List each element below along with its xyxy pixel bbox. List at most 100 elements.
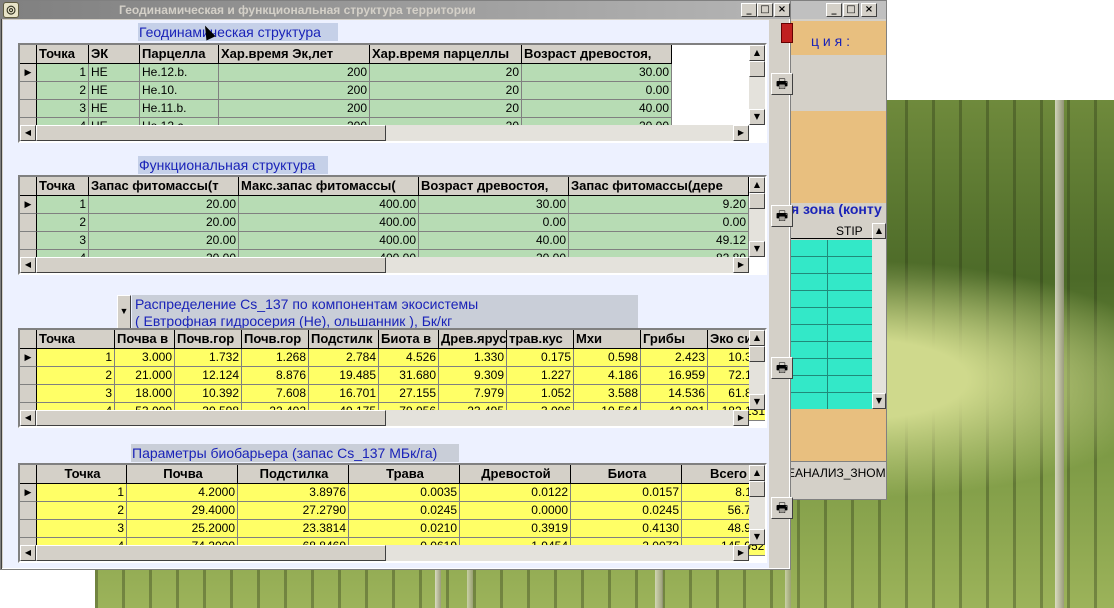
table-cell[interactable]: 1.330 [439,349,507,367]
main-window[interactable]: ◎ Геодинамическая и функциональная струк… [0,0,793,570]
main-window-titlebar[interactable]: ◎ Геодинамическая и функциональная струк… [1,1,790,19]
table-cell[interactable]: 27.2790 [238,502,349,520]
maximize-button[interactable]: □ [843,3,859,17]
back-window[interactable]: _ □ × ц и я : я зона (конту STIP ▲ ▼ ЕАН… [787,0,887,500]
table-cell[interactable]: 30.00 [419,196,569,214]
scroll-up-arrow-icon[interactable]: ▲ [872,223,886,239]
table-cell[interactable]: 0.0035 [349,484,460,502]
horizontal-scrollbar[interactable]: ◀ ▶ [20,410,749,426]
row-selector[interactable] [20,367,37,385]
table-cell[interactable]: 9.309 [439,367,507,385]
table-cell[interactable]: 20.00 [89,232,239,250]
teal-grid[interactable] [791,240,875,410]
scroll-down-arrow-icon[interactable]: ▼ [749,241,765,257]
table-cell[interactable]: 400.00 [239,232,419,250]
table-cell[interactable]: 0.0157 [571,484,682,502]
print-icon[interactable]: 🖶 [771,73,793,95]
table-cell[interactable]: 200 [219,64,370,82]
row-selector[interactable] [20,502,37,520]
print-icon[interactable]: 🖶 [771,497,793,519]
scroll-right-arrow-icon[interactable]: ▶ [733,410,749,426]
minimize-button[interactable]: _ [826,3,842,17]
column-header[interactable]: Почва [127,465,238,484]
vertical-scrollbar[interactable]: ▲ ▼ [749,45,765,125]
column-header[interactable]: Запас фитомассы(т [89,177,239,196]
table-cell[interactable]: 4.526 [379,349,439,367]
scroll-thumb[interactable] [36,125,386,141]
table-cell[interactable]: 0.4130 [571,520,682,538]
table-cell[interactable]: 20 [370,64,522,82]
vertical-scrollbar[interactable]: ▲ ▼ [749,330,765,410]
column-header[interactable]: Хар.время парцеллы [370,45,522,64]
back-grid-scrollbar[interactable]: ▲ ▼ [872,223,886,409]
table-cell[interactable]: He.12.b. [140,64,219,82]
table-cell[interactable]: He.10. [140,82,219,100]
table-cell[interactable]: 400.00 [239,214,419,232]
print-icon[interactable]: 🖶 [771,205,793,227]
vertical-scrollbar[interactable]: ▲ ▼ [749,177,765,257]
column-header[interactable]: Биота [571,465,682,484]
table-cell[interactable]: 20.00 [89,214,239,232]
scroll-right-arrow-icon[interactable]: ▶ [733,257,749,273]
scroll-up-arrow-icon[interactable]: ▲ [749,45,765,61]
table-cell[interactable]: 0.3919 [460,520,571,538]
table-cell[interactable]: 0.0210 [349,520,460,538]
table-cell[interactable]: 1 [37,484,127,502]
close-button[interactable]: × [861,3,877,17]
table-cell[interactable]: НЕ [89,64,140,82]
table-cell[interactable]: 3 [37,232,89,250]
functional-grid[interactable]: Точка Запас фитомассы(т Макс.запас фитомас… [18,175,767,275]
current-row-indicator-icon[interactable]: ▶ [20,64,37,82]
column-header[interactable]: Почва в [115,330,175,349]
table-cell[interactable]: 20 [370,100,522,118]
scroll-left-arrow-icon[interactable]: ◀ [20,257,36,273]
column-header[interactable]: Древ.ярус [439,330,507,349]
scroll-thumb[interactable] [749,61,765,77]
scroll-thumb[interactable] [36,410,386,426]
column-header[interactable]: Возраст древостоя, [419,177,569,196]
scroll-right-arrow-icon[interactable]: ▶ [733,545,749,561]
scroll-thumb[interactable] [749,481,765,497]
scroll-thumb[interactable] [36,257,386,273]
table-cell[interactable]: 3.000 [115,349,175,367]
scroll-thumb[interactable] [36,545,386,561]
table-cell[interactable]: 20.00 [89,196,239,214]
print-icon[interactable]: 🖶 [771,357,793,379]
minimize-button[interactable]: _ [741,3,757,17]
scroll-down-arrow-icon[interactable]: ▼ [749,529,765,545]
table-cell[interactable]: 1.227 [507,367,574,385]
scroll-right-arrow-icon[interactable]: ▶ [733,125,749,141]
table-cell[interactable]: 2 [37,214,89,232]
table-cell[interactable]: 2 [37,367,115,385]
table-cell[interactable]: НЕ [89,82,140,100]
scroll-thumb[interactable] [749,346,765,362]
table-cell[interactable]: 16.701 [309,385,379,403]
table-cell[interactable]: 18.000 [115,385,175,403]
table-cell[interactable]: 14.536 [641,385,708,403]
vertical-scrollbar[interactable]: ▲ ▼ [749,465,765,545]
column-header[interactable]: Подстилк [309,330,379,349]
table-cell[interactable]: 200 [219,82,370,100]
table-cell[interactable]: 3 [37,520,127,538]
horizontal-scrollbar[interactable]: ◀ ▶ [20,257,749,273]
table-cell[interactable]: НЕ [89,100,140,118]
table-cell[interactable]: 30.00 [522,64,672,82]
scroll-down-arrow-icon[interactable]: ▼ [749,109,765,125]
maximize-button[interactable]: □ [757,3,773,17]
column-header[interactable]: Точка [37,45,89,64]
row-selector[interactable] [20,520,37,538]
table-cell[interactable]: 0.0122 [460,484,571,502]
table-cell[interactable]: 27.155 [379,385,439,403]
table-cell[interactable]: 0.0245 [349,502,460,520]
table-cell[interactable]: 1.268 [242,349,309,367]
table-cell[interactable]: 12.124 [175,367,242,385]
column-header[interactable]: Биота в [379,330,439,349]
scroll-down-arrow-icon[interactable]: ▼ [872,393,886,409]
table-cell[interactable]: 10.392 [175,385,242,403]
table-cell[interactable]: 1 [37,196,89,214]
scroll-left-arrow-icon[interactable]: ◀ [20,125,36,141]
scroll-left-arrow-icon[interactable]: ◀ [20,410,36,426]
geodynamic-grid[interactable]: Точка ЭК Парцелла Хар.время Эк,лет Хар.время… [18,43,767,143]
table-cell[interactable]: 31.680 [379,367,439,385]
column-header[interactable]: трав.кус [507,330,574,349]
